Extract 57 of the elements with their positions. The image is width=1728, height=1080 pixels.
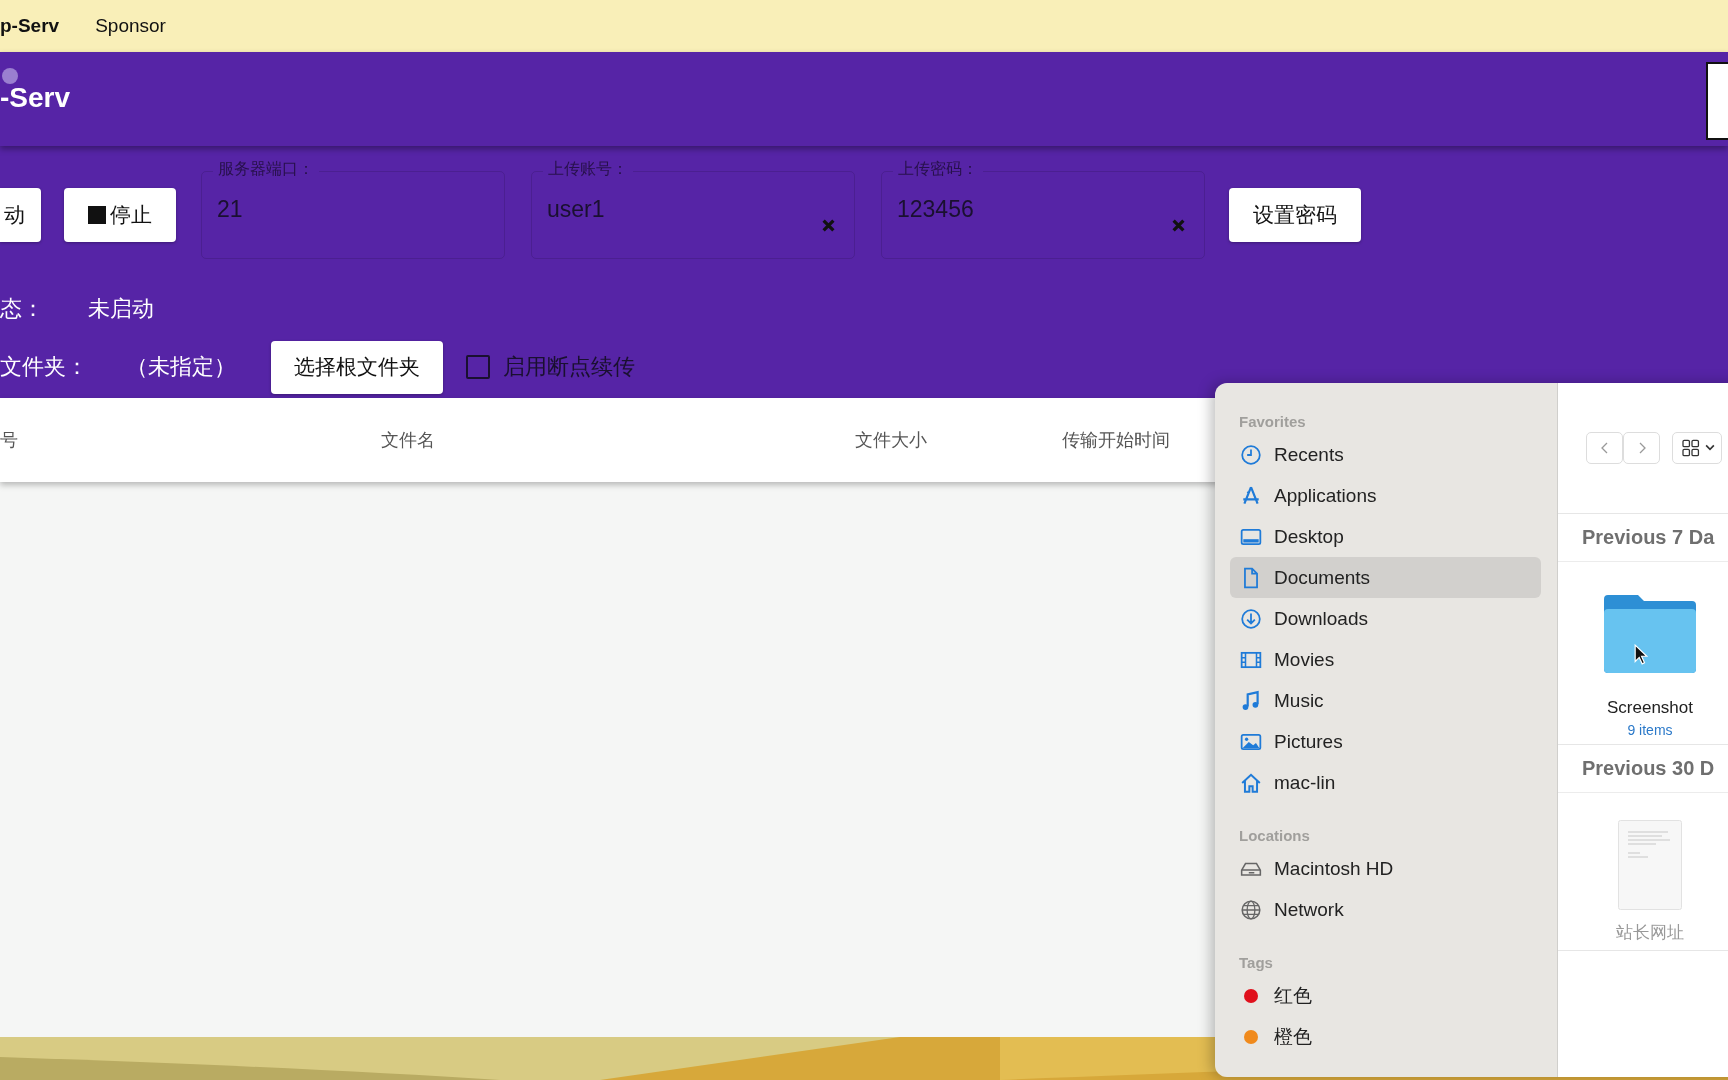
sidebar-item[interactable]: Movies [1230, 639, 1541, 680]
column-header[interactable]: 传输开始时间 [1062, 428, 1170, 452]
download-icon [1240, 607, 1262, 630]
root-folder-label: 文件夹： [0, 353, 88, 381]
globe-icon [1240, 898, 1262, 921]
status-value: 未启动 [88, 295, 154, 323]
sidebar-heading: Locations [1238, 826, 1311, 846]
back-button[interactable] [1586, 432, 1623, 464]
field-label: 服务器端口： [213, 158, 319, 180]
sidebar-item[interactable]: Network [1230, 889, 1541, 930]
status-label: 态： [0, 295, 44, 323]
sidebar-item[interactable]: Downloads [1230, 598, 1541, 639]
field-label: 上传密码： [893, 158, 983, 180]
choose-folder-button[interactable]: 选择根文件夹 [271, 340, 443, 394]
clear-icon[interactable] [1172, 218, 1185, 232]
forward-button[interactable] [1623, 432, 1660, 464]
column-header[interactable]: 号 [0, 428, 18, 452]
sidebar-item[interactable]: 红色 [1230, 975, 1541, 1016]
checkbox[interactable] [466, 355, 490, 379]
root-folder-value: （未指定） [126, 353, 236, 381]
sidebar-item[interactable]: Macintosh HD [1230, 848, 1541, 889]
file-name: 站长网址 [1616, 922, 1684, 944]
sidebar-heading: Favorites [1238, 412, 1307, 432]
app-name[interactable]: p-Serv [0, 15, 60, 37]
sidebar-item[interactable]: mac-lin [1230, 762, 1541, 803]
sidebar-item[interactable]: Music [1230, 680, 1541, 721]
menu-item[interactable]: Sponsor [95, 15, 166, 37]
app-store-icon [1240, 484, 1262, 507]
sidebar-item[interactable]: Documents [1230, 557, 1541, 598]
window-dot-icon [2, 68, 18, 84]
app-title: -Serv [0, 82, 71, 114]
clock-icon [1240, 443, 1262, 466]
stop-icon [88, 205, 106, 224]
sidebar-item[interactable]: Applications [1230, 475, 1541, 516]
column-header[interactable]: 文件名 [381, 428, 435, 452]
column-header[interactable]: 文件大小 [855, 428, 927, 452]
house-icon [1240, 771, 1262, 794]
folder-icon[interactable] [1604, 595, 1696, 673]
logo-icon [1706, 62, 1728, 140]
section-heading: Previous 7 Da [1558, 514, 1728, 562]
sidebar-item[interactable]: Desktop [1230, 516, 1541, 557]
sidebar-heading: Tags [1238, 953, 1274, 973]
cursor-icon [1634, 644, 1648, 665]
sidebar-item[interactable]: Pictures [1230, 721, 1541, 762]
start-button[interactable]: 动 [0, 187, 41, 242]
sidebar-item[interactable]: Recents [1230, 434, 1541, 475]
view-mode-button[interactable] [1672, 432, 1722, 464]
item-count: 9 items [1627, 722, 1673, 738]
music-note-icon [1240, 689, 1262, 712]
file-name: Screenshot [1607, 698, 1693, 718]
sidebar-item[interactable]: 橙色 [1230, 1016, 1541, 1057]
clear-icon[interactable] [822, 218, 835, 232]
document-thumbnail-icon[interactable] [1618, 820, 1682, 910]
section-heading: Previous 30 D [1558, 745, 1728, 793]
stop-button[interactable]: 停止 [64, 187, 176, 242]
set-password-button[interactable]: 设置密码 [1229, 187, 1361, 242]
field-label: 上传账号： [543, 158, 633, 180]
